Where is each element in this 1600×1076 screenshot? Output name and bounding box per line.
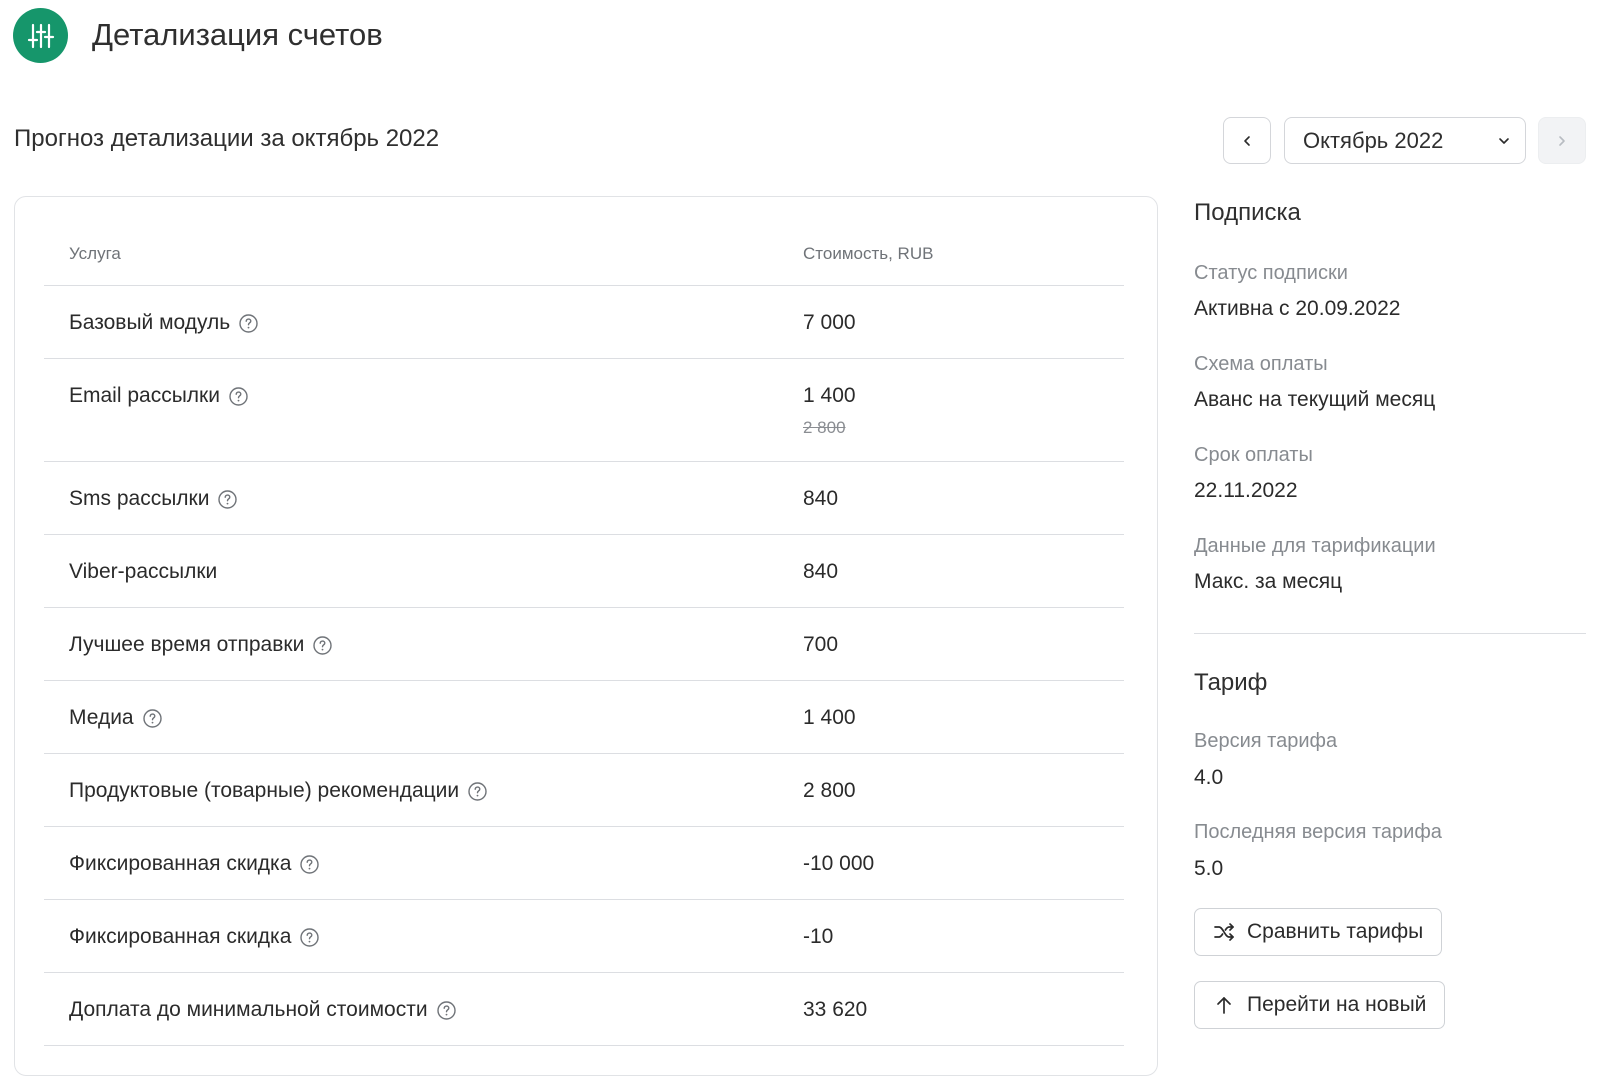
- cost-value: 700: [803, 633, 839, 656]
- service-cell: Лучшее время отправки: [69, 633, 333, 657]
- table-row: Базовый модуль 7 000: [44, 286, 1124, 359]
- service-name: Email рассылки: [69, 384, 220, 407]
- month-select-value: Октябрь 2022: [1303, 127, 1444, 153]
- service-name: Viber-рассылки: [69, 560, 218, 583]
- upgrade-tariff-label: Перейти на новый: [1247, 993, 1427, 1016]
- tariff-title: Тариф: [1194, 669, 1268, 696]
- table-row: Фиксированная скидка -10 000: [44, 827, 1124, 900]
- cost-value: 840: [803, 560, 839, 583]
- next-month-button[interactable]: [1538, 117, 1586, 164]
- table-row: Email рассылки 1 400 2 800: [44, 359, 1124, 462]
- table-row: Viber-рассылки 840: [44, 535, 1124, 608]
- billing-data-value: Макс. за месяц: [1194, 570, 1343, 593]
- compare-tariffs-label: Сравнить тарифы: [1247, 920, 1424, 943]
- status-label: Статус подписки: [1194, 262, 1348, 284]
- cost-value: 1 400: [803, 706, 856, 729]
- table-row: Доплата до минимальной стоимости 33 620: [44, 973, 1124, 1046]
- chevron-left-icon: [1244, 135, 1250, 146]
- table-body: Базовый модуль 7 000 Email рассылки 1 400 2 …: [44, 286, 1124, 1046]
- service-name: Лучшее время отправки: [69, 633, 305, 656]
- cost-value: -10: [803, 925, 834, 948]
- billing-data-label: Данные для тарификации: [1194, 535, 1436, 557]
- latest-tariff-value: 5.0: [1194, 857, 1224, 880]
- due-date-label: Срок оплаты: [1194, 444, 1313, 466]
- chevron-right-icon: [1559, 135, 1565, 146]
- service-cell: Email рассылки: [69, 384, 249, 408]
- compare-tariffs-button[interactable]: Сравнить тарифы: [1194, 908, 1443, 956]
- table-row: Продуктовые (товарные) рекомендации 2 800: [44, 754, 1124, 827]
- help-icon[interactable]: [312, 635, 333, 656]
- table-row: Лучшее время отправки 700: [44, 608, 1124, 681]
- help-icon[interactable]: [436, 1000, 457, 1021]
- latest-tariff-label: Последняя версия тарифа: [1194, 821, 1442, 843]
- payment-scheme-label: Схема оплаты: [1194, 353, 1328, 375]
- old-cost-value: 2 800: [803, 418, 846, 437]
- service-cell: Доплата до минимальной стоимости: [69, 998, 457, 1022]
- table-header: Услуга Стоимость, RUB: [44, 230, 1124, 286]
- service-cell: Фиксированная скидка: [69, 852, 320, 876]
- service-cell: Медиа: [69, 706, 163, 730]
- help-icon[interactable]: [467, 781, 488, 802]
- chevron-down-icon: [1499, 137, 1509, 144]
- page-title: Детализация счетов: [92, 17, 383, 52]
- table-row: Медиа 1 400: [44, 681, 1124, 754]
- column-header-cost: Стоимость, RUB: [803, 244, 934, 263]
- cost-value: -10 000: [803, 852, 875, 875]
- service-name: Доплата до минимальной стоимости: [69, 998, 428, 1021]
- tariff-version-value: 4.0: [1194, 766, 1224, 789]
- help-icon[interactable]: [217, 489, 238, 510]
- payment-scheme-value: Аванс на текущий месяц: [1194, 388, 1436, 411]
- service-cell: Продуктовые (товарные) рекомендации: [69, 779, 488, 803]
- column-header-service: Услуга: [69, 244, 121, 263]
- service-name: Базовый модуль: [69, 311, 231, 334]
- help-icon[interactable]: [228, 386, 249, 407]
- cost-value: 1 400: [803, 384, 856, 407]
- service-name: Фиксированная скидка: [69, 925, 292, 948]
- service-name: Sms рассылки: [69, 487, 210, 510]
- month-select[interactable]: Октябрь 2022: [1284, 117, 1526, 164]
- service-name: Медиа: [69, 706, 134, 729]
- period-title: Прогноз детализации за октябрь 2022: [14, 125, 440, 152]
- billing-table: Услуга Стоимость, RUB Базовый модуль 7 00…: [44, 230, 1124, 1046]
- due-date-value: 22.11.2022: [1194, 479, 1298, 502]
- shuffle-icon: [1214, 923, 1234, 941]
- status-value: Активна с 20.09.2022: [1194, 297, 1401, 320]
- section-divider: [1194, 633, 1586, 634]
- prev-month-button[interactable]: [1223, 117, 1271, 164]
- cost-value: 33 620: [803, 998, 868, 1021]
- cost-value: 840: [803, 487, 839, 510]
- help-icon[interactable]: [142, 708, 163, 729]
- sliders-icon: [27, 23, 54, 48]
- service-cell: Sms рассылки: [69, 487, 238, 511]
- service-cell: Базовый модуль: [69, 311, 259, 335]
- subscription-title: Подписка: [1194, 199, 1301, 226]
- arrow-up-icon: [1217, 997, 1231, 1014]
- billing-details-card: Услуга Стоимость, RUB Базовый модуль 7 00…: [14, 196, 1158, 1076]
- help-icon[interactable]: [299, 854, 320, 875]
- table-row: Фиксированная скидка -10: [44, 900, 1124, 973]
- upgrade-tariff-button[interactable]: Перейти на новый: [1194, 981, 1446, 1029]
- service-cell: Viber-рассылки: [69, 560, 217, 584]
- help-icon[interactable]: [299, 927, 320, 948]
- cost-value: 7 000: [803, 311, 856, 334]
- service-name: Фиксированная скидка: [69, 852, 292, 875]
- table-row: Sms рассылки 840: [44, 462, 1124, 535]
- help-icon[interactable]: [238, 313, 259, 334]
- service-name: Продуктовые (товарные) рекомендации: [69, 779, 460, 802]
- tariff-version-label: Версия тарифа: [1194, 730, 1338, 752]
- service-cell: Фиксированная скидка: [69, 925, 320, 949]
- cost-value: 2 800: [803, 779, 856, 802]
- app-logo: [13, 8, 68, 63]
